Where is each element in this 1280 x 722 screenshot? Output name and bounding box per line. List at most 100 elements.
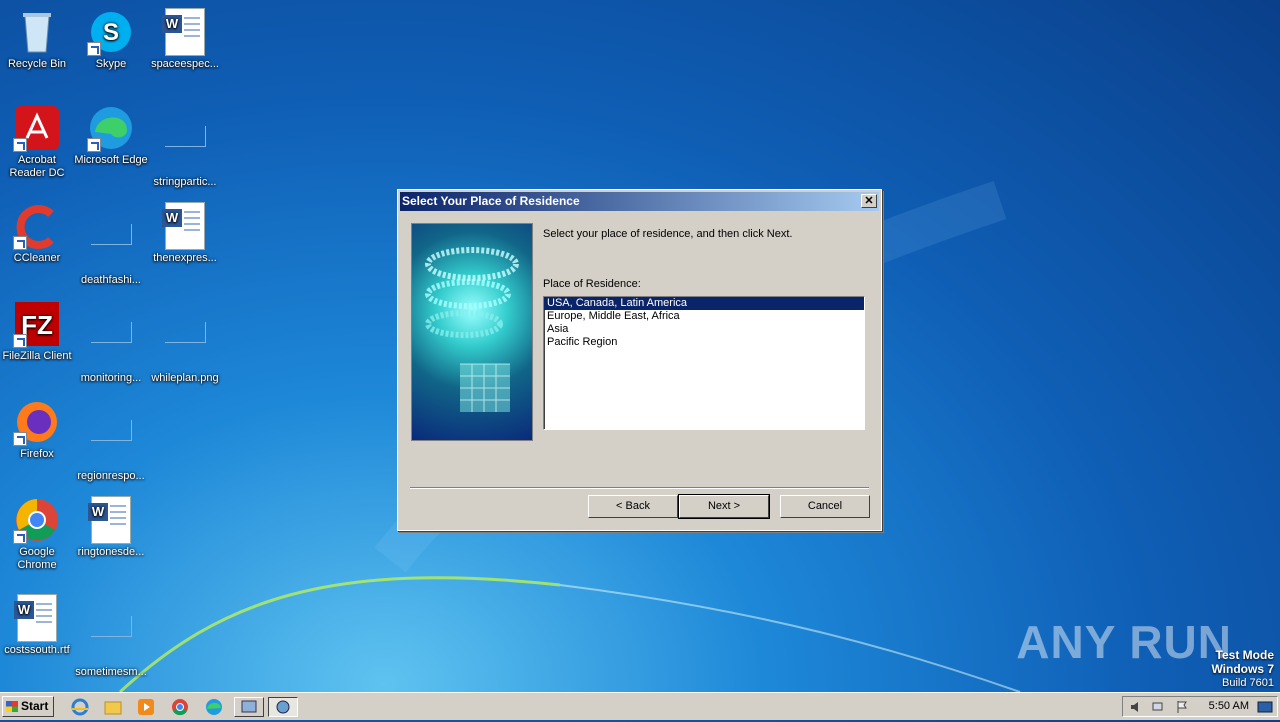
next-button[interactable]: Next > (678, 494, 770, 519)
desktop-icon-label: FileZilla Client (2, 350, 72, 362)
instruction-text: Select your place of residence, and then… (543, 228, 793, 240)
dialog-titlebar[interactable]: Select Your Place of Residence ✕ (400, 192, 879, 211)
desktop-icon-label: ringtonesde... (77, 546, 145, 558)
skype-icon: S (87, 8, 135, 56)
dialog-title: Select Your Place of Residence (402, 194, 580, 208)
desktop-icon-chrome[interactable]: Google Chrome (0, 496, 74, 572)
desktop-icon-sometimesm[interactable]: sometimesm... (74, 594, 148, 679)
desktop-icon-label: Skype (95, 58, 127, 70)
desktop-icon-acrobat[interactable]: Acrobat Reader DC (0, 104, 74, 180)
taskbar: Start 5:50 AM (0, 692, 1280, 720)
desktop-icon-label: costssouth.rtf (4, 644, 70, 656)
firefox-icon (13, 398, 61, 446)
residence-option[interactable]: Pacific Region (544, 336, 864, 349)
button-separator (410, 487, 869, 489)
shortcut-arrow-icon (13, 530, 27, 544)
word-doc-icon: W (161, 202, 209, 250)
taskbar-window-residence-dialog[interactable] (268, 697, 298, 717)
blank-file-icon (161, 126, 209, 174)
desktop-icon-label: monitoring... (80, 372, 142, 384)
taskbar-window-setup[interactable] (234, 697, 264, 717)
desktop-icon-regionrespo[interactable]: regionrespo... (74, 398, 148, 483)
edge-icon (87, 104, 135, 152)
desktop-icon-label: Firefox (20, 448, 54, 460)
desktop-icon-label: CCleaner (13, 252, 61, 264)
desktop-icon-thenexpres[interactable]: W thenexpres... (148, 202, 222, 265)
explorer-folder-icon[interactable] (103, 697, 123, 717)
desktop-icon-label: Acrobat Reader DC (9, 154, 65, 179)
desktop-icon-costssouth[interactable]: W costssouth.rtf (0, 594, 74, 657)
build-label: Build 7601 (1222, 677, 1274, 689)
desktop-icon-label: Recycle Bin (7, 58, 67, 70)
desktop-icon-ccleaner[interactable]: CCleaner (0, 202, 74, 265)
start-button[interactable]: Start (2, 696, 54, 717)
desktop-icon-label: deathfashi... (81, 274, 141, 286)
test-mode-info: Test Mode Windows 7 Build 7601 (1211, 649, 1274, 690)
word-doc-icon: W (161, 8, 209, 56)
spiral-graphic (425, 247, 519, 412)
shortcut-arrow-icon (87, 42, 101, 56)
desktop-icon-label: spaceespec... (151, 58, 219, 70)
desktop-icon-label: sometimesm... (75, 666, 147, 678)
blank-file-icon (87, 616, 135, 664)
ccleaner-icon (13, 202, 61, 250)
media-player-icon[interactable] (136, 697, 156, 717)
shortcut-arrow-icon (13, 138, 27, 152)
desktop-icon-label: stringpartic... (153, 176, 217, 188)
desktop-icon-label: Microsoft Edge (74, 154, 148, 166)
word-doc-icon: W (13, 594, 61, 642)
desktop-icon-skype[interactable]: S Skype (74, 8, 148, 71)
desktop-icon-whileplan[interactable]: whileplan.png (148, 300, 222, 385)
close-button[interactable]: ✕ (861, 194, 877, 208)
shortcut-arrow-icon (87, 138, 101, 152)
word-doc-icon: W (87, 496, 135, 544)
edge-taskbar-icon[interactable] (204, 697, 224, 717)
network-icon[interactable] (1151, 700, 1165, 719)
test-mode-label: Test Mode (1215, 648, 1274, 662)
desktop-icon-label: Google Chrome (17, 546, 57, 571)
blank-file-icon (161, 322, 209, 370)
recycle-bin-icon (13, 8, 61, 56)
acrobat-icon (13, 104, 61, 152)
desktop-icon-firefox[interactable]: Firefox (0, 398, 74, 461)
residence-listbox[interactable]: USA, Canada, Latin America Europe, Middl… (543, 296, 865, 430)
desktop-icon-deathfashi[interactable]: deathfashi... (74, 202, 148, 287)
blank-file-icon (87, 224, 135, 272)
desktop-icon-stringpartic[interactable]: stringpartic... (148, 104, 222, 189)
volume-icon[interactable] (1129, 700, 1143, 719)
taskbar-clock[interactable]: 5:50 AM (1209, 700, 1249, 712)
desktop-icon-filezilla[interactable]: FZ FileZilla Client (0, 300, 74, 363)
residence-option[interactable]: USA, Canada, Latin America (544, 297, 864, 310)
residence-list-label: Place of Residence: (543, 278, 641, 290)
desktop-icon-edge[interactable]: Microsoft Edge (74, 104, 148, 167)
action-center-flag-icon[interactable] (1175, 700, 1189, 719)
residence-dialog: Select Your Place of Residence ✕ Select … (397, 189, 882, 531)
shortcut-arrow-icon (13, 334, 27, 348)
shortcut-arrow-icon (13, 236, 27, 250)
desktop-icon-recycle-bin[interactable]: Recycle Bin (0, 8, 74, 71)
cancel-button[interactable]: Cancel (780, 495, 870, 518)
chrome-taskbar-icon[interactable] (170, 697, 190, 717)
blank-file-icon (87, 420, 135, 468)
svg-text:S: S (103, 19, 119, 46)
residence-option[interactable]: Asia (544, 323, 864, 336)
desktop-icon-label: thenexpres... (153, 252, 217, 264)
desktop-icon-monitoring[interactable]: monitoring... (74, 300, 148, 385)
chrome-icon (13, 496, 61, 544)
filezilla-icon: FZ (13, 300, 61, 348)
windows-flag-icon (6, 701, 18, 712)
desktop-icon-ringtonesde[interactable]: W ringtonesde... (74, 496, 148, 559)
shortcut-arrow-icon (13, 432, 27, 446)
os-label: Windows 7 (1211, 662, 1274, 676)
back-button[interactable]: < Back (588, 495, 678, 518)
anyrun-watermark: ANY RUN (1016, 616, 1232, 668)
wizard-banner-image (411, 223, 533, 441)
show-desktop-icon[interactable] (1257, 700, 1273, 719)
ie-icon[interactable] (70, 697, 90, 717)
desktop-icon-label: regionrespo... (77, 470, 145, 482)
start-label: Start (21, 699, 49, 713)
desktop-icon-label: whileplan.png (151, 372, 219, 384)
system-tray: 5:50 AM (1122, 696, 1278, 717)
residence-option[interactable]: Europe, Middle East, Africa (544, 310, 864, 323)
desktop-icon-spaceespec[interactable]: W spaceespec... (148, 8, 222, 71)
